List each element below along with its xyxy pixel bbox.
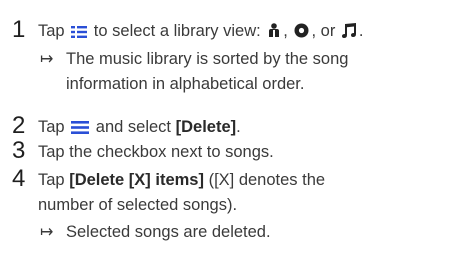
library-view-icon <box>71 21 88 45</box>
step-number: 4 <box>12 165 26 192</box>
artist-icon <box>267 21 281 45</box>
step-4-result: Selected songs are deleted. <box>66 223 271 241</box>
album-icon <box>294 21 309 45</box>
result-line-2: information in alphabetical order. <box>66 75 305 93</box>
delete-label: [Delete] <box>175 118 237 136</box>
step-number: 3 <box>12 137 26 164</box>
step-4-instruction: Tap [Delete [X] items] ([X] denotes the <box>38 171 326 189</box>
step-1-instruction: Tap to select a library view: , , or . <box>38 19 364 45</box>
song-icon <box>341 21 357 45</box>
step-number: 2 <box>12 112 26 139</box>
menu-icon <box>71 117 90 141</box>
delete-items-label: [Delete [X] items] <box>69 171 204 189</box>
result-arrow-icon: ↦ <box>40 224 54 241</box>
step-number: 1 <box>12 16 26 43</box>
step-2-instruction: Tap and select [Delete]. <box>38 115 241 141</box>
step-4-instruction-line-2: number of selected songs). <box>38 196 238 214</box>
step-3-instruction: Tap the checkbox next to songs. <box>38 143 274 161</box>
result-arrow-icon: ↦ <box>40 51 54 68</box>
result-line-1: The music library is sorted by the song <box>66 50 349 68</box>
